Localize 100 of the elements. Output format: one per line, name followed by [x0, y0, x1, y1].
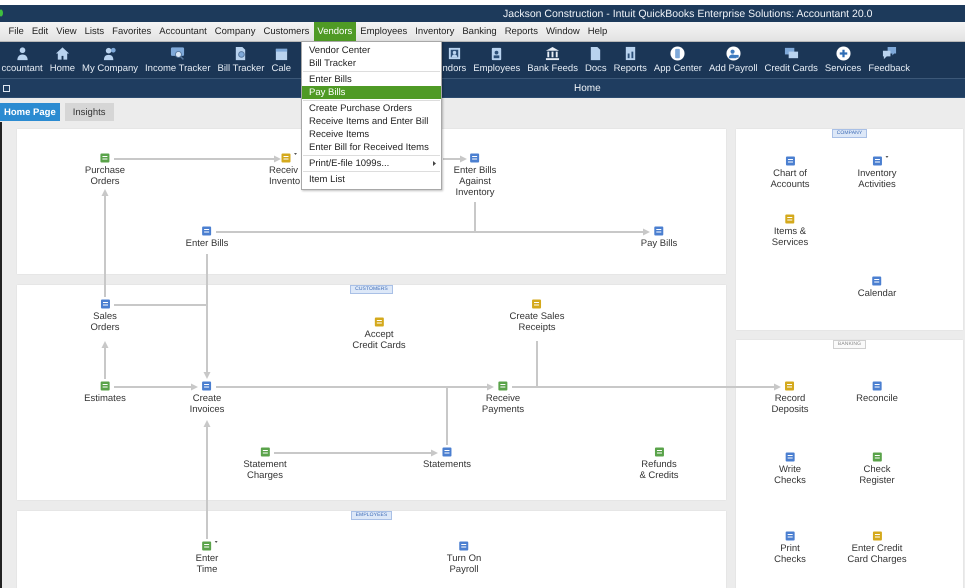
shortcut-button[interactable]: Chart of Accounts	[770, 156, 810, 191]
person-icon	[14, 46, 30, 61]
calendar-icon	[274, 46, 289, 61]
toolbar-button[interactable]: Income Tracker	[142, 42, 214, 78]
toolbar-button[interactable]: ccountant	[0, 42, 46, 78]
people-icon	[102, 46, 118, 61]
toolbar-button[interactable]: Credit Cards	[761, 42, 822, 78]
menu-item[interactable]: View	[52, 22, 80, 41]
menu-item[interactable]: Company	[211, 22, 259, 41]
caret-icon[interactable]	[885, 156, 888, 159]
toolbar-button[interactable]: Bank Feeds	[524, 42, 582, 78]
shortcut-button[interactable]: Enter Time	[196, 541, 218, 576]
speech-bubbles-icon	[882, 46, 897, 61]
toolbar-button[interactable]: Docs	[581, 42, 610, 78]
shortcut-button[interactable]: Pay Bills	[640, 226, 678, 250]
menu-item[interactable]: Employees	[356, 22, 411, 41]
toolbar-button[interactable]: App Center	[650, 42, 706, 78]
document-icon	[470, 153, 480, 163]
shortcut-button[interactable]: Calendar	[858, 276, 896, 300]
menu-item[interactable]: Enter Bill for Received Items	[302, 141, 441, 154]
shortcut-button[interactable]: Inventory Activities	[857, 156, 897, 191]
shortcut-button[interactable]: Check Register	[859, 452, 895, 487]
document-icon	[100, 381, 110, 391]
shortcut-button[interactable]: Print Checks	[774, 531, 806, 566]
magnifier-icon	[170, 46, 186, 61]
toolbar-button[interactable]: Home	[46, 42, 79, 78]
menu-item[interactable]: File	[5, 22, 28, 41]
document-icon	[785, 381, 795, 391]
app-icon	[0, 9, 4, 17]
shortcut-button[interactable]: Enter Bills	[186, 226, 228, 250]
document-icon	[202, 226, 212, 236]
menu-item[interactable]: Create Purchase Orders	[302, 102, 441, 115]
caret-icon[interactable]	[294, 153, 297, 156]
menu-item[interactable]: Customers	[260, 22, 313, 41]
shortcut-button[interactable]: Turn On Payroll	[446, 541, 482, 576]
window-title: Jackson Construction - Intuit QuickBooks Enterprise Solutions: Accountant 20.0	[503, 8, 872, 20]
caret-icon[interactable]	[215, 541, 218, 544]
restore-icon[interactable]	[3, 84, 10, 92]
document-icon	[785, 531, 795, 541]
menu-item[interactable]: Favorites	[108, 22, 155, 41]
tab[interactable]: Insights	[64, 103, 114, 121]
person-icon	[726, 46, 741, 61]
shortcut-button[interactable]: Purchase Orders	[84, 153, 126, 188]
toolbar-button[interactable]: Add Payroll	[705, 42, 762, 78]
phone-icon	[670, 46, 686, 61]
shortcut-button[interactable]: Sales Orders	[90, 299, 120, 334]
shortcut-button[interactable]: Create Sales Receipts	[510, 299, 564, 334]
shortcut-button[interactable]: Receive Payments	[482, 381, 524, 416]
document-icon	[202, 381, 212, 391]
document-icon	[785, 452, 795, 462]
shortcut-button[interactable]: Refunds & Credits	[639, 447, 679, 482]
house-icon	[54, 46, 70, 61]
bank-icon	[545, 46, 560, 61]
document-icon	[654, 226, 664, 236]
document-icon	[459, 541, 469, 551]
menu-item[interactable]: Pay Bills	[302, 86, 441, 99]
menu-item[interactable]: Reports	[501, 22, 542, 41]
menu-item[interactable]: Item List	[302, 173, 441, 186]
shortcut-button[interactable]: Write Checks	[774, 452, 806, 487]
shortcut-button[interactable]: Reconcile	[856, 381, 898, 405]
menu-item[interactable]: Print/E-file 1099s...	[302, 157, 441, 170]
shortcut-button[interactable]: Create Invoices	[190, 381, 224, 416]
menu-item[interactable]: Accountant	[156, 22, 210, 41]
menu-item[interactable]: Lists	[81, 22, 108, 41]
document-icon	[785, 214, 795, 224]
plus-icon	[836, 46, 851, 61]
shortcut-button[interactable]: Receiv Invento	[269, 153, 300, 188]
shortcut-button[interactable]: Estimates	[84, 381, 126, 405]
menu-item[interactable]: Edit	[28, 22, 52, 41]
document-icon	[281, 153, 291, 163]
menu-item[interactable]: Enter Bills	[302, 73, 441, 86]
tab[interactable]: Home Page	[0, 103, 60, 121]
toolbar-button[interactable]: Cale	[268, 42, 295, 78]
toolbar-button[interactable]: Feedback	[864, 42, 914, 78]
portrait-icon	[446, 46, 462, 61]
menu-item[interactable]: Vendor Center	[302, 44, 441, 57]
menu-item[interactable]: Bill Tracker	[302, 57, 441, 70]
menu-item[interactable]: Inventory	[412, 22, 458, 41]
toolbar-button[interactable]: Employees	[470, 42, 524, 78]
page-title: Home	[574, 82, 601, 94]
shortcut-button[interactable]: Accept Credit Cards	[352, 317, 406, 352]
menu-item[interactable]: Receive Items	[302, 128, 441, 141]
shortcut-button[interactable]: Statements	[422, 447, 472, 471]
toolbar-button[interactable]: My Company	[78, 42, 142, 78]
shortcut-button[interactable]: Items & Services	[772, 214, 808, 249]
menu-item[interactable]: Receive Items and Enter Bill	[302, 115, 441, 128]
toolbar-button[interactable]: Reports	[610, 42, 650, 78]
shortcut-button[interactable]: Enter Bills Against Inventory	[454, 153, 496, 198]
shortcut-button[interactable]: Enter Credit Card Charges	[847, 531, 907, 566]
menu-item[interactable]: Banking	[458, 22, 500, 41]
shortcut-button[interactable]: Statement Charges	[243, 447, 287, 482]
toolbar-button[interactable]: Services	[821, 42, 865, 78]
menu-item[interactable]: Vendors	[314, 22, 356, 41]
document-icon	[872, 381, 882, 391]
menu-item[interactable]: Window	[542, 22, 584, 41]
menu-item[interactable]: Help	[584, 22, 611, 41]
toolbar-button[interactable]: Bill Tracker	[214, 42, 268, 78]
shortcut-button[interactable]: Record Deposits	[772, 381, 808, 416]
document-icon	[872, 276, 882, 286]
document-icon	[498, 381, 508, 391]
